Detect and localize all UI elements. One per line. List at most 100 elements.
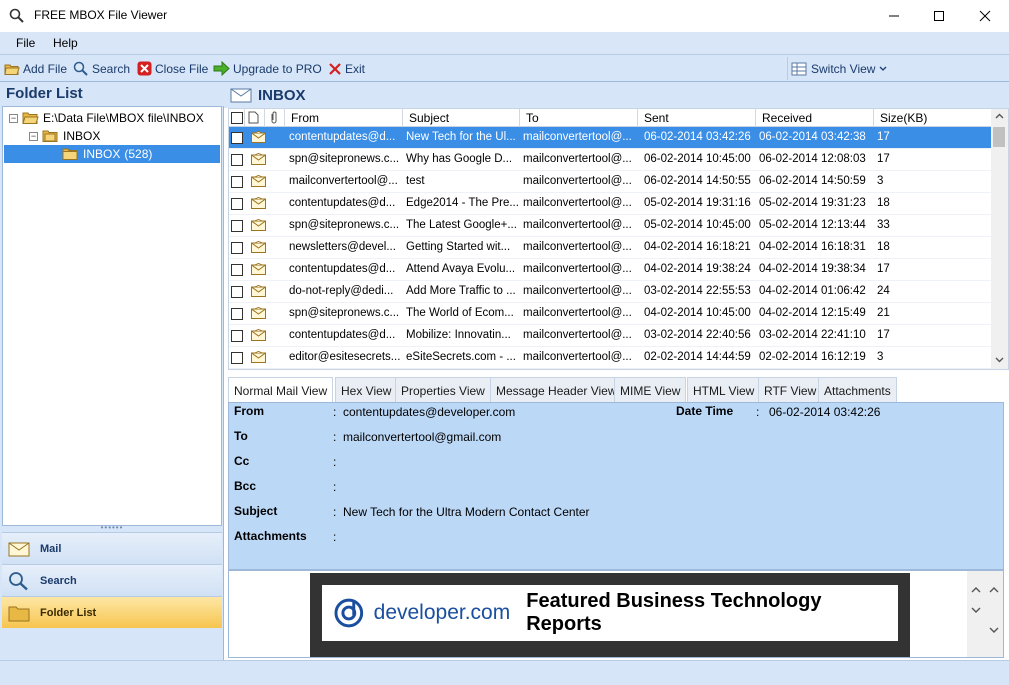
- scroll-down-icon[interactable]: [971, 607, 981, 613]
- col-sent[interactable]: Sent: [638, 109, 756, 127]
- tree-item-inbox-selected[interactable]: INBOX (528): [4, 145, 220, 163]
- grid-view-icon: [791, 62, 807, 75]
- cell-size: 18: [877, 197, 890, 209]
- scroll-up-icon[interactable]: [989, 587, 999, 593]
- tree-item-root[interactable]: − E:\Data File\MBOX file\INBOX: [9, 109, 204, 127]
- select-all-checkbox[interactable]: [231, 112, 243, 124]
- col-to[interactable]: To: [520, 109, 638, 127]
- add-file-button[interactable]: Add File: [4, 59, 67, 78]
- close-window-button[interactable]: [962, 0, 1008, 32]
- table-row[interactable]: spn@sitepronews.c... Why has Google D... m…: [229, 149, 993, 171]
- menu-help[interactable]: Help: [53, 36, 78, 50]
- maximize-button[interactable]: [916, 0, 962, 32]
- nav-mail-button[interactable]: Mail: [2, 532, 222, 564]
- bcc-colon: :: [333, 480, 337, 494]
- exit-label: Exit: [345, 61, 366, 76]
- preview-inner-scrollbar[interactable]: [967, 571, 985, 657]
- scroll-up-icon[interactable]: [995, 113, 1004, 119]
- tab-mime-view[interactable]: MIME View: [614, 377, 687, 403]
- cell-from: spn@sitepronews.c...: [289, 219, 400, 231]
- row-checkbox[interactable]: [231, 220, 243, 232]
- row-checkbox[interactable]: [231, 132, 243, 144]
- preview-outer-scrollbar[interactable]: [985, 571, 1003, 657]
- tab-hex-view[interactable]: Hex View: [335, 377, 398, 403]
- row-checkbox[interactable]: [231, 330, 243, 342]
- row-checkbox[interactable]: [231, 352, 243, 364]
- row-checkbox[interactable]: [231, 154, 243, 166]
- scroll-up-icon[interactable]: [971, 587, 981, 593]
- table-row[interactable]: do-not-reply@dedi... Add More Traffic to …: [229, 281, 993, 303]
- message-grid: From Subject To Sent Received Size(KB) c…: [228, 108, 1009, 370]
- cell-subject: Add More Traffic to ...: [406, 285, 516, 297]
- close-red-icon: [137, 61, 152, 76]
- cell-from: contentupdates@d...: [289, 329, 396, 341]
- row-checkbox[interactable]: [231, 198, 243, 210]
- search-button[interactable]: Search: [73, 59, 130, 78]
- paperclip-icon: [271, 111, 277, 124]
- grid-scrollbar[interactable]: [991, 109, 1008, 369]
- table-row[interactable]: contentupdates@d... Attend Avaya Evolu...…: [229, 259, 993, 281]
- table-row[interactable]: contentupdates@d... Edge2014 - The Pre...…: [229, 193, 993, 215]
- tree-inbox-count: (528): [124, 147, 153, 161]
- col-received[interactable]: Received: [756, 109, 874, 127]
- cell-from: do-not-reply@dedi...: [289, 285, 394, 297]
- col-subject[interactable]: Subject: [403, 109, 520, 127]
- scroll-down-icon[interactable]: [995, 357, 1004, 363]
- tab-rtf-view[interactable]: RTF View: [758, 377, 823, 403]
- scroll-down-icon[interactable]: [989, 627, 999, 633]
- row-checkbox[interactable]: [231, 286, 243, 298]
- cell-sent: 04-02-2014 16:18:21: [644, 241, 751, 253]
- attach-header[interactable]: [245, 109, 265, 127]
- tab-normal-mail-view[interactable]: Normal Mail View: [228, 377, 334, 403]
- table-row[interactable]: editor@esitesecrets.... eSiteSecrets.com …: [229, 347, 993, 369]
- tab-message-header-view[interactable]: Message Header View: [490, 377, 623, 403]
- cell-to: mailconvertertool@...: [523, 175, 632, 187]
- tab-attachments[interactable]: Attachments: [818, 377, 897, 403]
- subject-label: Subject: [234, 504, 278, 518]
- tab-html-view[interactable]: HTML View: [687, 377, 761, 403]
- developer-logo-text: developer.com: [373, 601, 511, 624]
- col-size[interactable]: Size(KB): [874, 109, 992, 127]
- col-from[interactable]: From: [285, 109, 403, 127]
- table-row[interactable]: contentupdates@d... Mobilize: Innovatin..…: [229, 325, 993, 347]
- table-row[interactable]: newsletters@devel... Getting Started wit.…: [229, 237, 993, 259]
- table-row[interactable]: spn@sitepronews.c... The Latest Google+..…: [229, 215, 993, 237]
- cell-subject: Attend Avaya Evolu...: [406, 263, 516, 275]
- cell-to: mailconvertertool@...: [523, 219, 632, 231]
- subject-value: New Tech for the Ultra Modern Contact Ce…: [343, 505, 590, 519]
- row-checkbox[interactable]: [231, 176, 243, 188]
- paperclip-header[interactable]: [265, 109, 285, 127]
- upgrade-button[interactable]: Upgrade to PRO: [213, 59, 322, 78]
- folder-list-header: Folder List: [0, 82, 224, 106]
- cell-sent: 05-02-2014 19:31:16: [644, 197, 751, 209]
- tab-properties-view[interactable]: Properties View: [395, 377, 491, 403]
- collapse-icon[interactable]: −: [9, 113, 18, 123]
- minimize-button[interactable]: [871, 0, 917, 32]
- switch-view-dropdown[interactable]: Switch View: [787, 57, 1007, 80]
- grid-scroll-thumb[interactable]: [993, 127, 1005, 147]
- exit-button[interactable]: Exit: [328, 59, 365, 78]
- cell-to: mailconvertertool@...: [523, 153, 632, 165]
- menu-file[interactable]: File: [16, 36, 35, 50]
- row-checkbox[interactable]: [231, 242, 243, 254]
- cell-to: mailconvertertool@...: [523, 263, 632, 275]
- cell-from: contentupdates@d...: [289, 263, 396, 275]
- row-checkbox[interactable]: [231, 308, 243, 320]
- search-label: Search: [92, 61, 131, 76]
- nav-search-button[interactable]: Search: [2, 564, 222, 596]
- table-row[interactable]: contentupdates@d... New Tech for the Ul..…: [229, 127, 993, 149]
- table-row[interactable]: mailconvertertool@... test mailconverterto…: [229, 171, 993, 193]
- cell-size: 17: [877, 263, 890, 275]
- envelope-icon: [251, 197, 266, 212]
- close-file-button[interactable]: Close File: [137, 59, 208, 78]
- inbox-envelope-icon: [230, 88, 252, 103]
- cell-from: spn@sitepronews.c...: [289, 153, 400, 165]
- table-row[interactable]: spn@sitepronews.c... The World of Ecom...…: [229, 303, 993, 325]
- cell-size: 18: [877, 241, 890, 253]
- nav-folder-list-button[interactable]: Folder List: [2, 596, 222, 628]
- row-checkbox[interactable]: [231, 264, 243, 276]
- upgrade-label: Upgrade to PRO: [233, 61, 322, 76]
- collapse-icon[interactable]: −: [29, 131, 38, 141]
- select-all-header[interactable]: [229, 109, 245, 127]
- tree-item-inbox-parent[interactable]: − INBOX: [29, 127, 100, 145]
